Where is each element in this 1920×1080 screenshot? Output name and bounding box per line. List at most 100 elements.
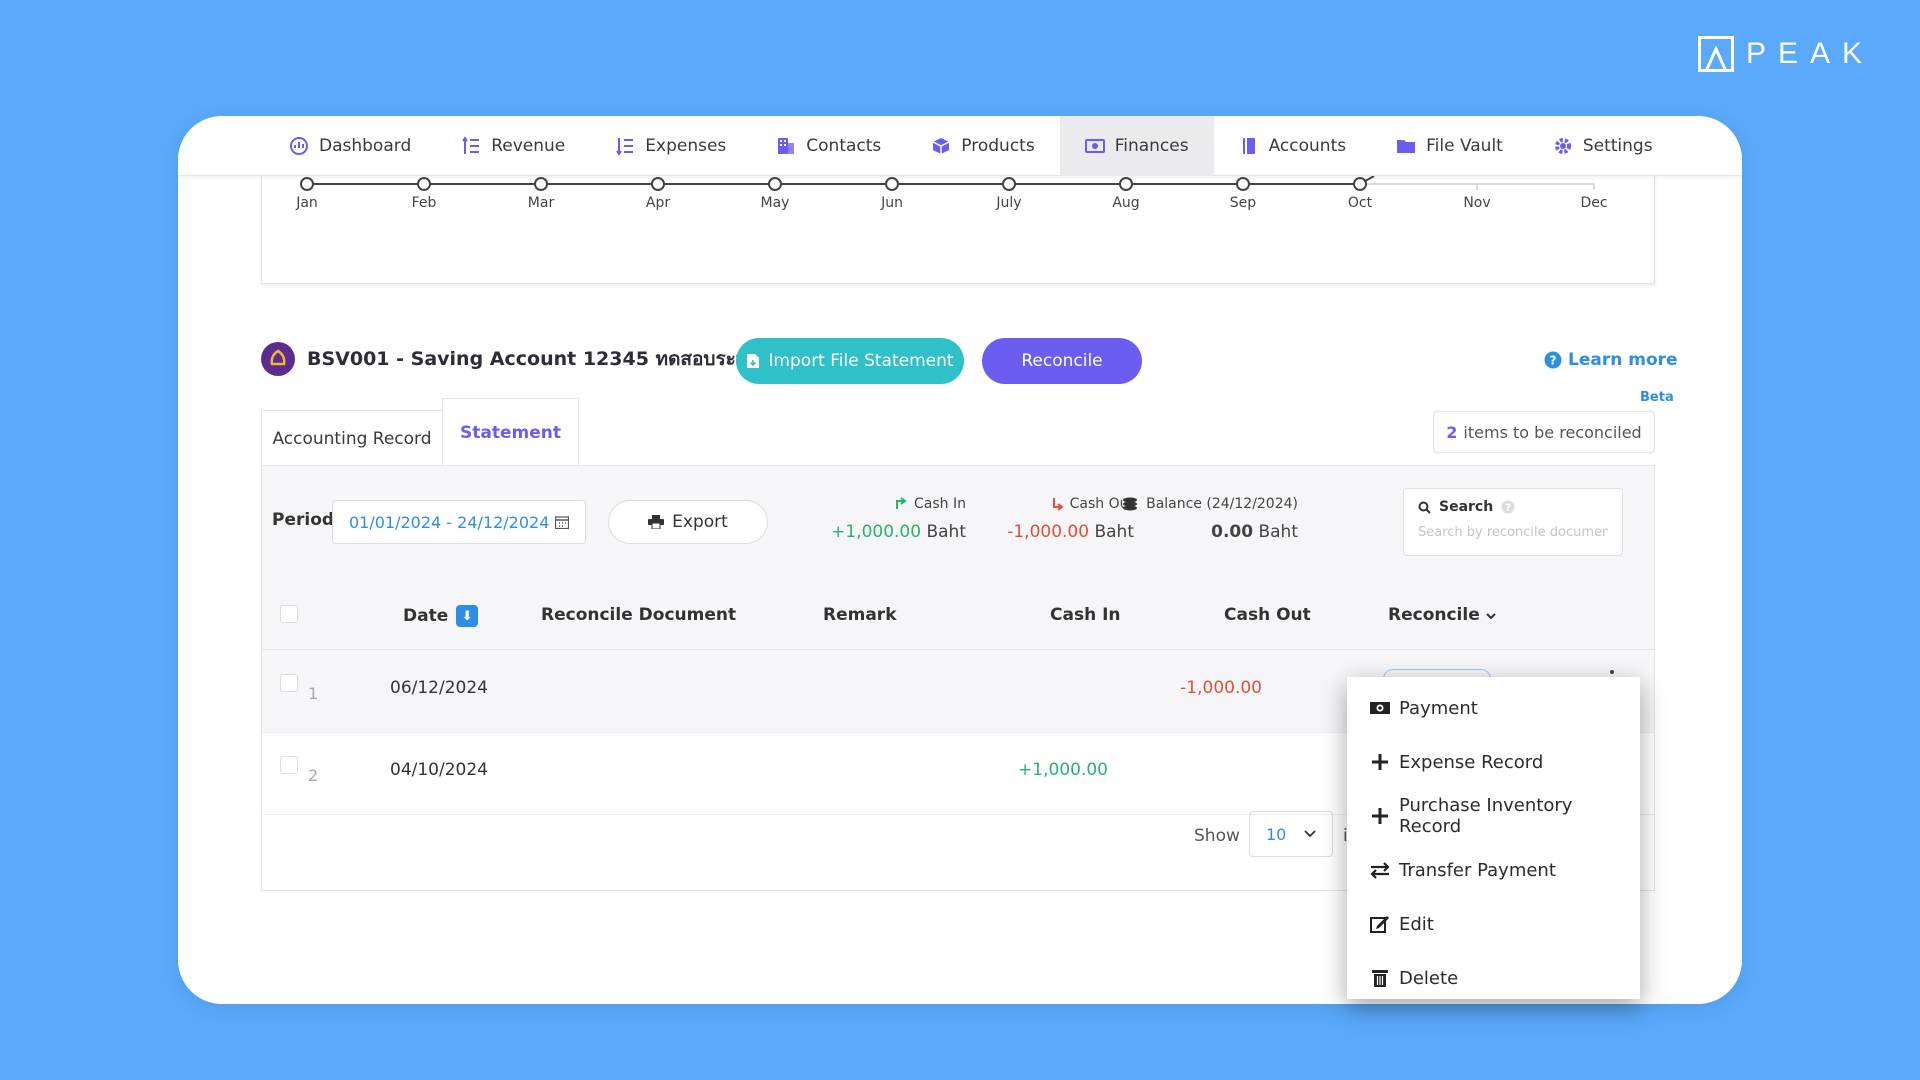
sort-down-icon[interactable]: ⬇ [456, 605, 479, 627]
chevron-down-icon [1304, 830, 1316, 838]
timeline-month-label: Jun [880, 195, 903, 211]
row-actions-kebab-icon[interactable] [1610, 670, 1614, 674]
timeline-month-label: Feb [412, 195, 437, 211]
row-index: 1 [308, 684, 319, 703]
timeline-point[interactable] [1002, 177, 1016, 191]
timeline-point[interactable] [651, 177, 665, 191]
arrow-up-right-icon [896, 497, 907, 509]
help-circle-icon: ? [1544, 351, 1562, 369]
page-size-value: 10 [1266, 824, 1287, 844]
account-title: BSV001 - Saving Account 12345 ทดสอบระบบ [307, 348, 761, 370]
timeline-point[interactable] [534, 177, 548, 191]
nav-settings[interactable]: Settings [1528, 116, 1678, 176]
timeline-point[interactable] [1353, 177, 1367, 191]
svg-text:?: ? [1505, 503, 1511, 514]
timeline-month-label: Aug [1112, 195, 1139, 211]
pending-text: items to be reconciled [1463, 422, 1642, 442]
nav-finances[interactable]: Finances [1059, 116, 1214, 176]
nav-expenses[interactable]: Expenses [590, 116, 751, 176]
column-cash-out: Cash Out [1224, 605, 1311, 625]
tab-statement[interactable]: Statement [442, 398, 579, 466]
import-label: Import File Statement [768, 351, 954, 371]
timeline-point[interactable] [1236, 177, 1250, 191]
period-date-range-input[interactable]: 01/01/2024 - 24/12/2024 [332, 500, 586, 544]
reconcile-label: Reconcile [1021, 351, 1103, 371]
timeline-point[interactable] [1119, 177, 1133, 191]
dashboard-icon [290, 136, 308, 155]
menu-item-purchase-inventory-record[interactable]: Purchase Inventory Record [1347, 789, 1640, 843]
reconcile-button[interactable]: Reconcile [982, 338, 1142, 384]
show-label: Show [1194, 826, 1240, 846]
column-remark: Remark [823, 605, 897, 625]
export-button[interactable]: Export [608, 500, 768, 544]
timeline-month-label: July [995, 195, 1021, 211]
nav-revenue[interactable]: Revenue [436, 116, 590, 176]
period-value: 01/01/2024 - 24/12/2024 [349, 512, 550, 532]
search-field[interactable]: Search ? Search by reconcile document [1403, 488, 1623, 556]
trash-icon [1372, 970, 1388, 987]
column-date[interactable]: Date ⬇ [403, 605, 479, 627]
nav-label: Settings [1582, 135, 1653, 156]
calendar-icon [555, 516, 570, 529]
brand-name: PEAK [1745, 37, 1874, 70]
balance-value: 0.00 [1211, 522, 1254, 542]
row-index: 2 [308, 766, 319, 785]
timeline-month-label: Sep [1230, 195, 1257, 211]
page-size-select[interactable]: 10 [1249, 811, 1333, 857]
timeline-month-label: May [761, 195, 790, 211]
timeline-month-label: Oct [1348, 195, 1373, 211]
menu-item-delete[interactable]: Delete [1347, 951, 1640, 1005]
top-nav: Dashboard Revenue Expenses Contacts Prod… [178, 116, 1742, 176]
column-reconcile-label: Reconcile [1388, 605, 1480, 625]
timeline-point[interactable] [885, 177, 899, 191]
menu-item-expense-record[interactable]: Expense Record [1347, 735, 1640, 789]
table-header: Date ⬇ Reconcile Document Remark Cash In … [262, 579, 1654, 650]
gear-icon [1554, 137, 1571, 154]
row-checkbox[interactable] [280, 674, 298, 692]
timeline-month-label: Mar [528, 195, 555, 211]
tab-accounting-record[interactable]: Accounting Record [261, 410, 443, 466]
cash-icon [1370, 702, 1390, 714]
help-icon[interactable]: ? [1501, 500, 1515, 514]
menu-item-payment[interactable]: Payment [1347, 681, 1640, 735]
printer-icon [648, 515, 665, 529]
items-to-reconcile-badge[interactable]: 2 items to be reconciled [1433, 411, 1655, 453]
contacts-icon [778, 137, 795, 154]
nav-label: Revenue [491, 135, 566, 156]
file-import-icon [747, 354, 760, 368]
select-all-checkbox[interactable] [280, 605, 298, 623]
beta-badge: Beta [1640, 390, 1674, 405]
nav-accounts[interactable]: Accounts [1214, 116, 1372, 176]
menu-item-edit[interactable]: Edit [1347, 897, 1640, 951]
coins-icon [1123, 497, 1138, 511]
timeline-point[interactable] [768, 177, 782, 191]
timeline-point[interactable] [300, 177, 314, 191]
import-file-statement-button[interactable]: Import File Statement [736, 338, 964, 384]
nav-label: File Vault [1426, 135, 1503, 156]
nav-dashboard[interactable]: Dashboard [264, 116, 436, 176]
cash-out-value: -1,000.00 [1007, 522, 1090, 542]
period-label: Period [272, 510, 335, 530]
row-cash-in: +1,000.00 [1018, 760, 1108, 780]
nav-contacts[interactable]: Contacts [751, 116, 906, 176]
edit-icon [1370, 916, 1389, 933]
timeline-month-label: Apr [646, 195, 670, 211]
column-reconcile[interactable]: Reconcile [1388, 605, 1496, 625]
learn-more-link[interactable]: ? Learn more [1544, 350, 1678, 370]
folder-icon [1397, 139, 1416, 153]
nav-file-vault[interactable]: File Vault [1371, 116, 1528, 176]
timeline-point[interactable] [417, 177, 431, 191]
nav-products[interactable]: Products [906, 116, 1059, 176]
tab-label: Accounting Record [272, 428, 432, 449]
tab-label: Statement [460, 422, 561, 443]
search-placeholder: Search by reconcile document [1418, 525, 1608, 540]
search-icon [1418, 501, 1431, 514]
plus-icon [1372, 754, 1388, 770]
timeline-axis: Jan Feb Mar Apr May Jun July Aug Sep Oct Nov Dec [295, 176, 1608, 211]
bank-logo-icon [261, 342, 295, 376]
row-checkbox[interactable] [280, 756, 298, 774]
monthly-timeline: Jan Feb Mar Apr May Jun July Aug Sep Oct Nov Dec [261, 176, 1655, 284]
nav-label: Finances [1114, 135, 1189, 156]
row-date: 06/12/2024 [390, 678, 488, 698]
menu-item-transfer-payment[interactable]: Transfer Payment [1347, 843, 1640, 897]
